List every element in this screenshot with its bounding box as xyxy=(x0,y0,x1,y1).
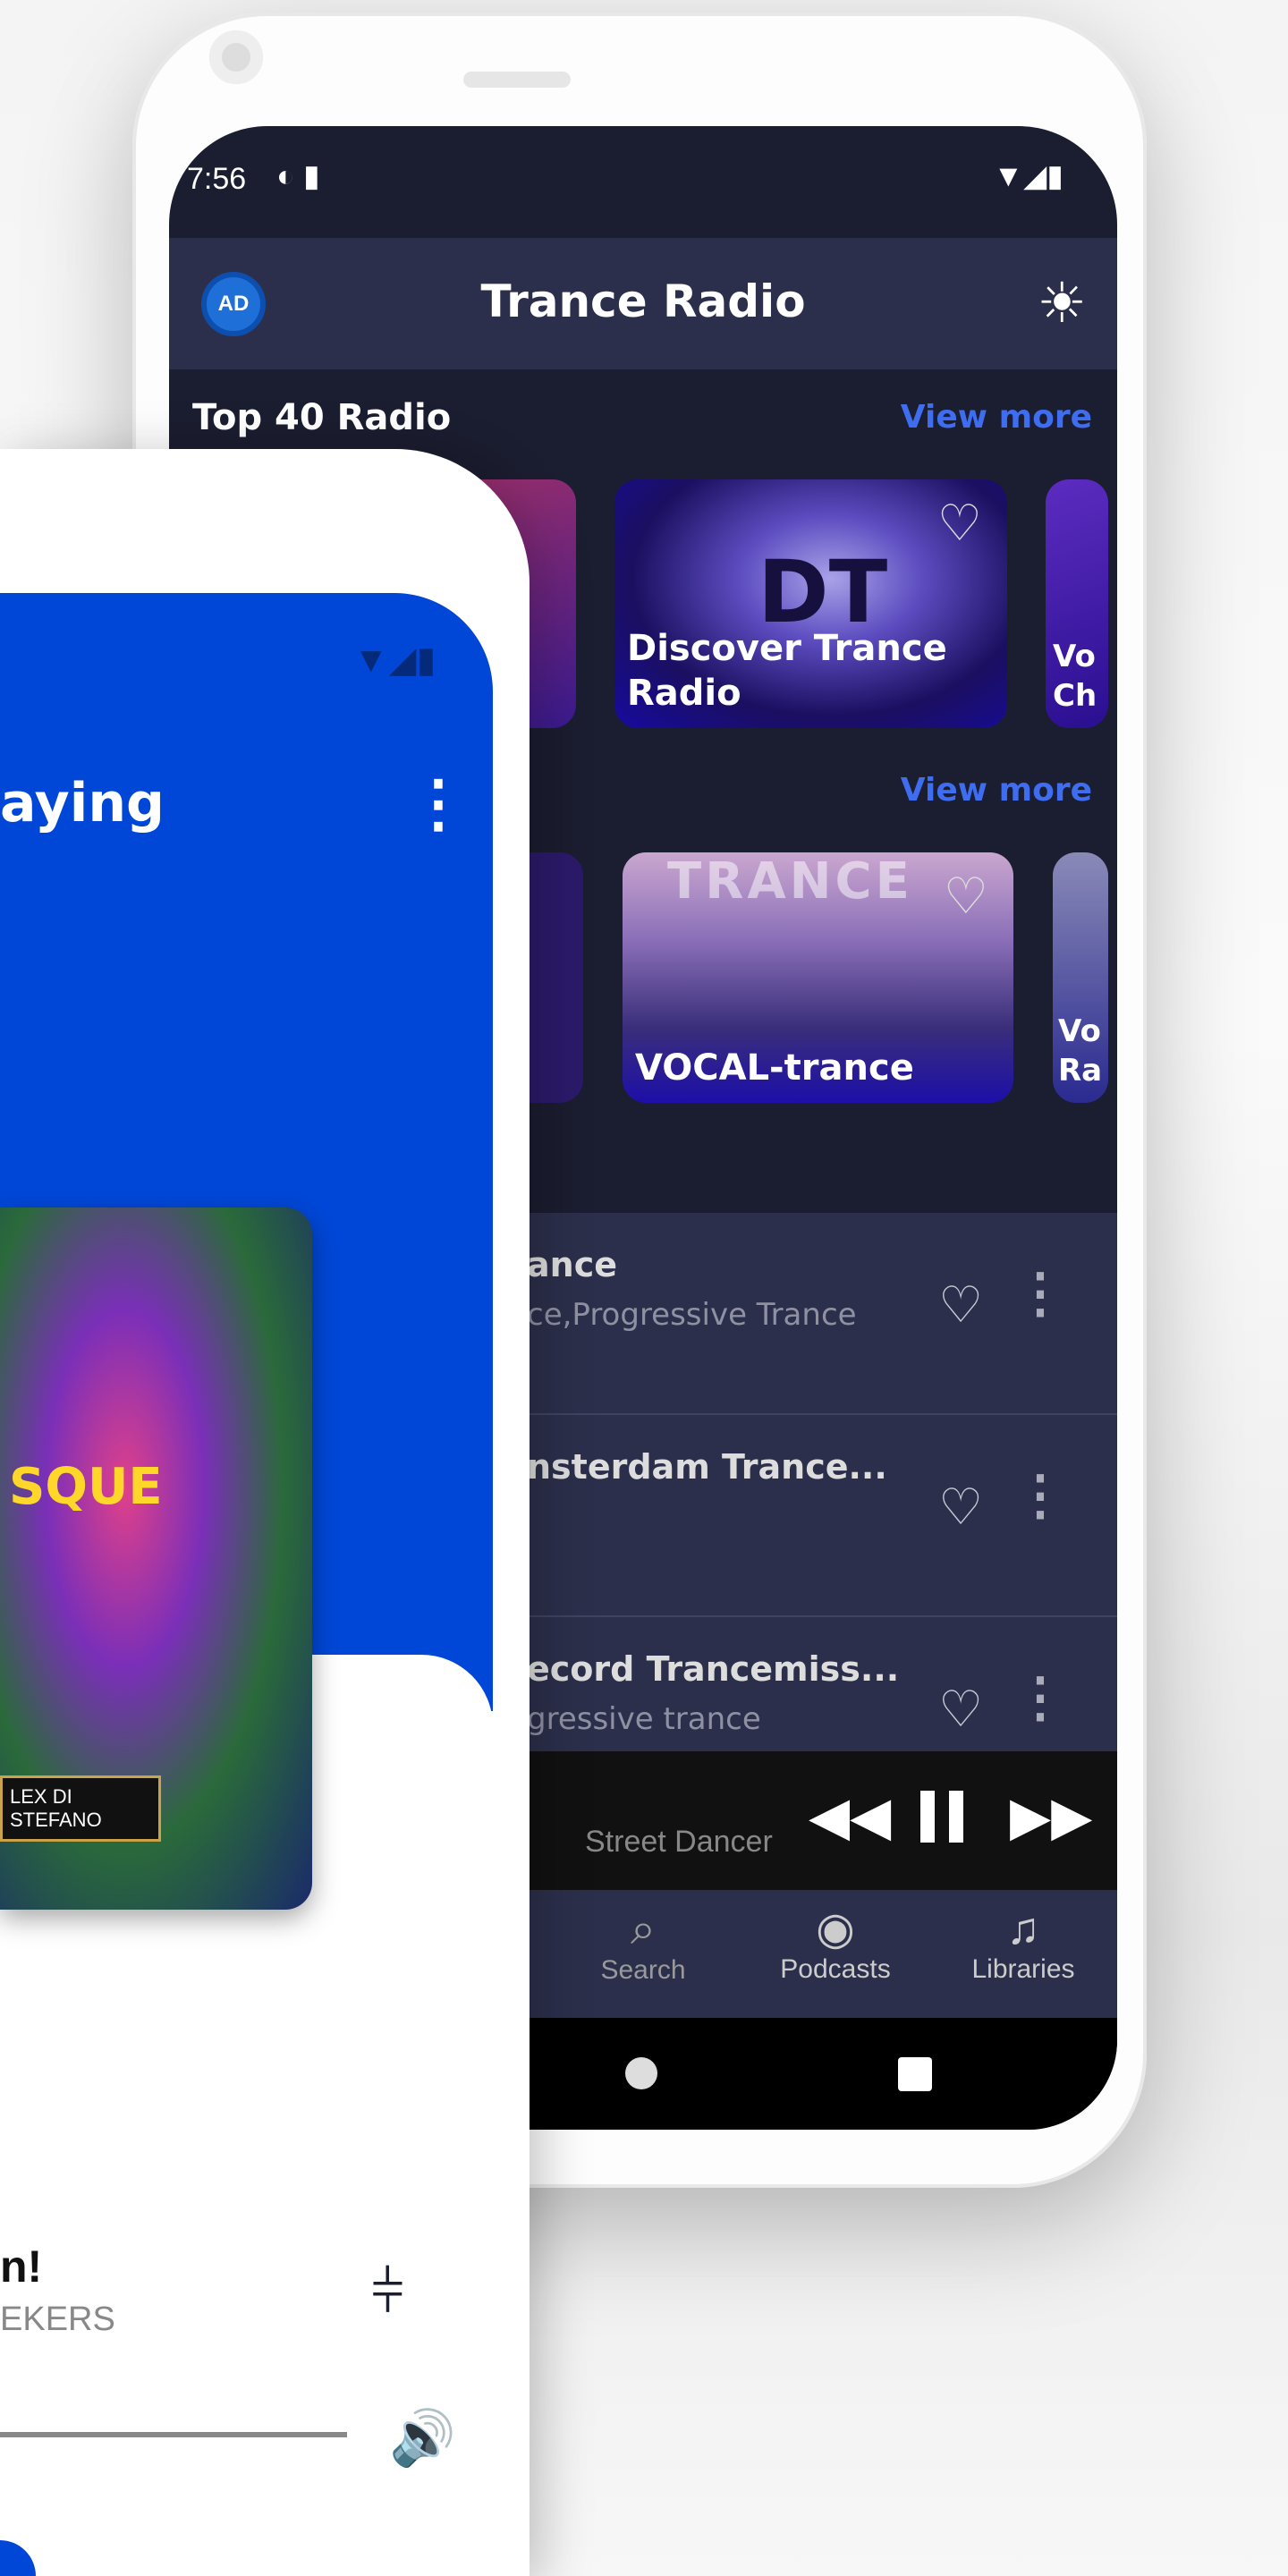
card-label: Vo Ra xyxy=(1058,1013,1103,1089)
camera xyxy=(209,30,263,84)
podcast-icon: ◉ xyxy=(816,1903,855,1953)
view-more-link[interactable]: View more xyxy=(901,399,1092,436)
fast-forward-icon[interactable]: ▶▶ xyxy=(1010,1785,1092,1848)
favorite-heart-icon[interactable]: ♡ xyxy=(938,1275,983,1335)
rewind-icon[interactable]: ◀◀ xyxy=(809,1785,891,1848)
favorite-heart-icon[interactable]: ♡ xyxy=(938,1478,983,1537)
card-label: Discover Trance Radio xyxy=(627,628,947,714)
recents-button[interactable] xyxy=(898,2057,932,2091)
station-card-vocal-trance[interactable]: TRANCE ♡ VOCAL-trance xyxy=(623,852,1013,1103)
station-card-discover-trance[interactable]: DT ♡ Discover Trance Radio xyxy=(614,479,1007,728)
nav-item-libraries[interactable]: ♫ Libraries xyxy=(947,1902,1099,1985)
album-art: SQUE LEX DI STEFANO xyxy=(0,1208,312,1910)
album-art-title: SQUE xyxy=(9,1458,163,1516)
status-icons: ▼◢▮ xyxy=(353,640,436,680)
equalizer-icon[interactable]: ⫩ xyxy=(371,2258,404,2326)
nav-label: Search xyxy=(600,1955,686,1985)
volume-icon[interactable]: 🔊 xyxy=(389,2406,456,2470)
signal-battery-icons: ▼◢▮ xyxy=(993,159,1063,193)
mini-player-track: Street Dancer xyxy=(585,1825,773,1859)
favorite-heart-icon[interactable]: ♡ xyxy=(937,494,982,553)
station-genres: ce,Progressive Trance xyxy=(527,1297,857,1333)
station-card[interactable]: Vo Ra xyxy=(1053,852,1108,1103)
view-more-link[interactable]: View more xyxy=(901,772,1092,809)
status-time: 7:56 xyxy=(187,162,247,196)
search-icon: ⌕ xyxy=(631,1903,656,1953)
card-logo: TRANCE xyxy=(667,852,913,911)
sun-icon[interactable]: ☀ xyxy=(1037,270,1087,335)
speaker-grill xyxy=(463,72,571,88)
section-title: Top 40 Radio xyxy=(192,397,452,438)
home-button[interactable] xyxy=(625,2057,657,2089)
station-title: ecord Trancemiss... xyxy=(527,1649,900,1689)
app-bar: AD Trance Radio ☀ xyxy=(169,238,1117,369)
more-options-icon[interactable]: ⋮ xyxy=(1013,1671,1067,1724)
library-icon: ♫ xyxy=(1006,1903,1040,1953)
pause-icon[interactable] xyxy=(920,1791,963,1843)
station-title: ance xyxy=(527,1245,617,1284)
favorite-heart-icon[interactable]: ♡ xyxy=(944,867,988,926)
track-artist: EKERS xyxy=(0,2301,115,2338)
favorite-heart-icon[interactable]: ♡ xyxy=(938,1680,983,1739)
station-genres: gressive trance xyxy=(527,1701,761,1737)
nav-label: Libraries xyxy=(971,1954,1075,1984)
station-card[interactable]: Vo Ch xyxy=(1046,479,1108,728)
more-options-icon[interactable]: ⋮ xyxy=(407,772,470,835)
notification-icons: ◐ ▮ xyxy=(276,159,320,193)
nav-item-podcasts[interactable]: ◉ Podcasts xyxy=(759,1902,911,1985)
track-title: n! xyxy=(0,2241,43,2292)
more-options-icon[interactable]: ⋮ xyxy=(1013,1469,1067,1522)
nav-label: Podcasts xyxy=(780,1954,891,1984)
more-options-icon[interactable]: ⋮ xyxy=(1013,1267,1067,1320)
app-title: Trance Radio xyxy=(480,275,806,327)
nav-item-search[interactable]: ⌕ Search xyxy=(580,1902,706,1986)
volume-slider[interactable] xyxy=(0,2432,347,2437)
album-art-artist: LEX DI STEFANO xyxy=(0,1775,161,1842)
card-label: Vo Ch xyxy=(1053,639,1097,714)
card-label: VOCAL-trance xyxy=(635,1047,914,1089)
station-title: nsterdam Trance... xyxy=(527,1447,887,1487)
now-playing-title: aying xyxy=(0,772,165,835)
